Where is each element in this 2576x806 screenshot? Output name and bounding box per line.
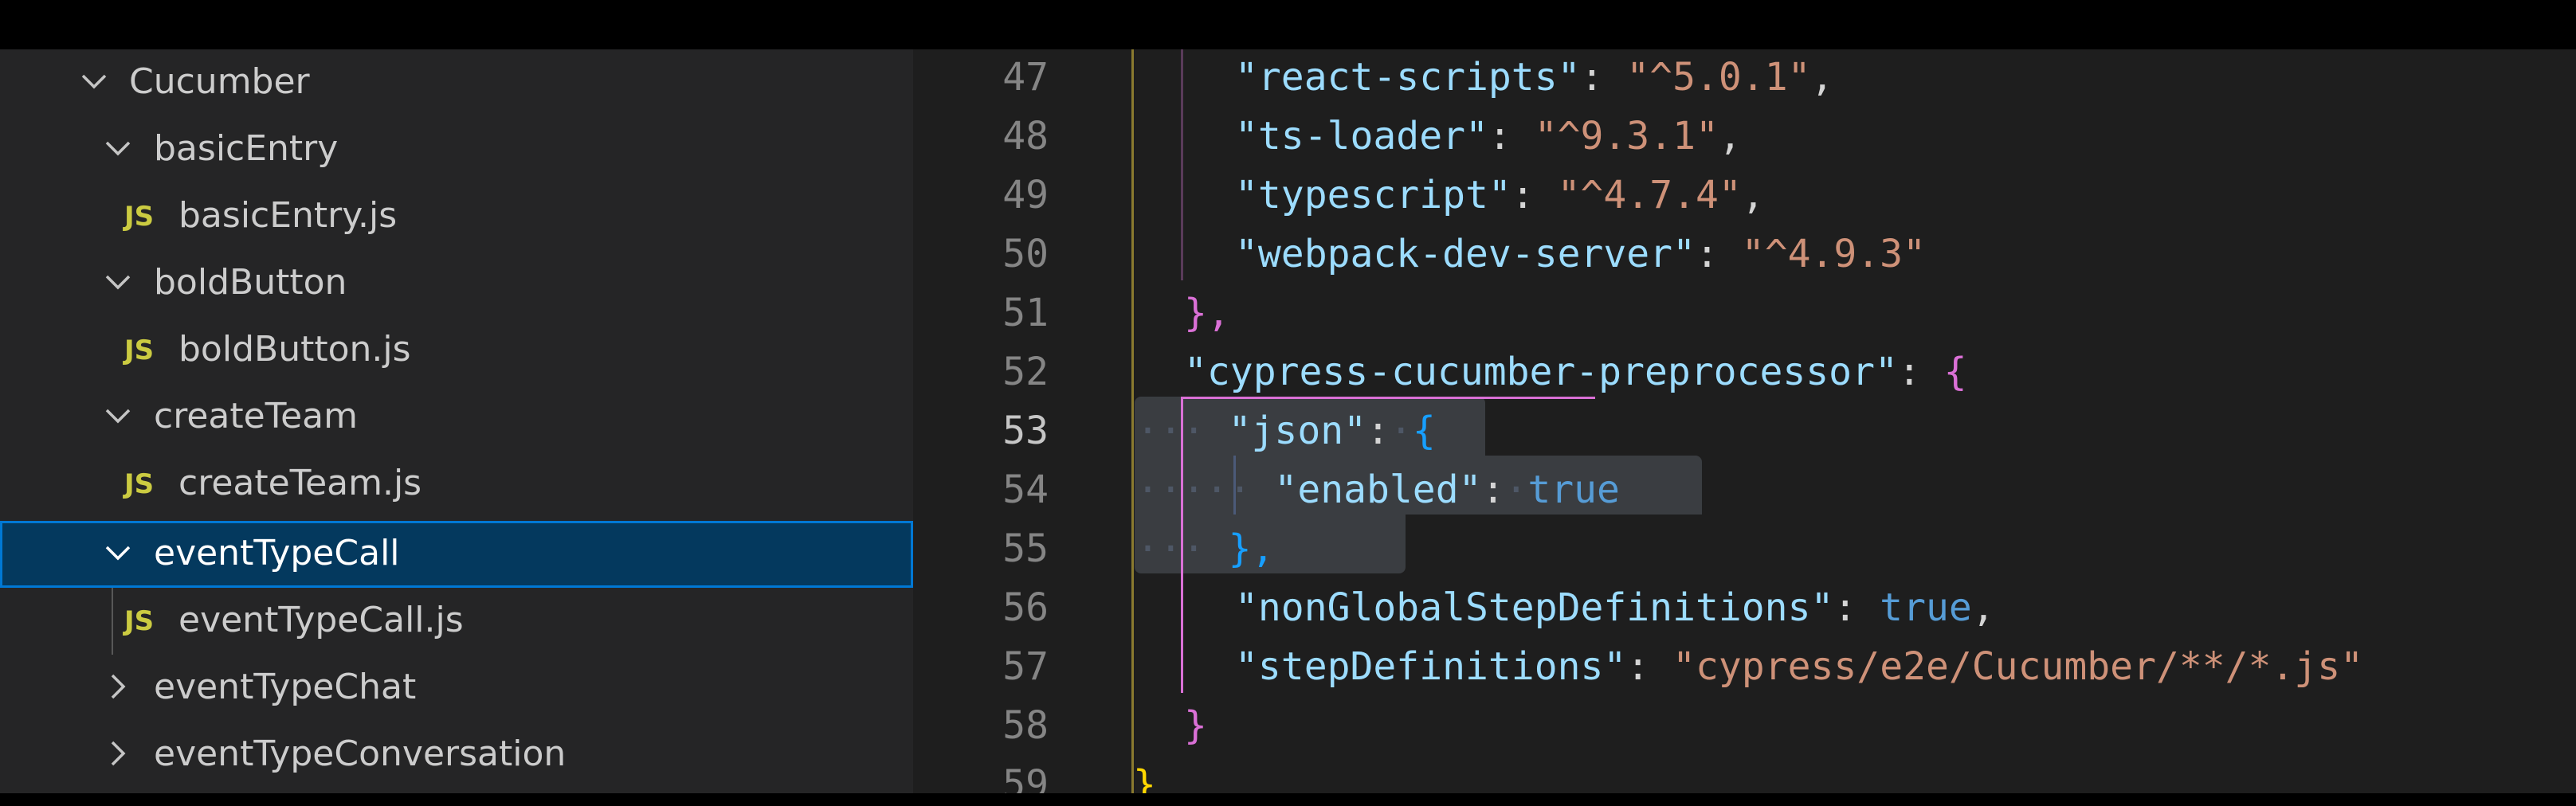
code-line[interactable]: 51 }, bbox=[913, 284, 2576, 342]
tree-folder-cucumber[interactable]: Cucumber bbox=[0, 49, 913, 116]
code-line[interactable]: 54 ····· "enabled":·true bbox=[913, 460, 2576, 519]
indent-guide bbox=[112, 588, 113, 655]
code-text: ····· "enabled":·true bbox=[1136, 468, 1620, 512]
line-number: 58 bbox=[1002, 703, 1049, 748]
chevron-right-icon bbox=[100, 736, 135, 771]
json-key: react-scripts bbox=[1257, 55, 1558, 100]
code-text: ··· "json":·{ bbox=[1136, 409, 1436, 453]
code-punctuation: }, bbox=[1184, 291, 1230, 335]
tree-item-label: eventTypeConversation bbox=[154, 734, 567, 774]
json-key: ts-loader bbox=[1257, 114, 1465, 158]
code-line[interactable]: 55 ··· }, bbox=[913, 519, 2576, 578]
code-line-current[interactable]: 53 ··· "json":·{ bbox=[913, 401, 2576, 460]
code-text: } bbox=[1133, 758, 1156, 793]
tree-item-label: basicEntry bbox=[154, 128, 339, 169]
line-number: 57 bbox=[1002, 644, 1049, 689]
chevron-down-icon bbox=[100, 535, 135, 570]
code-text: "cypress-cucumber-preprocessor": { bbox=[1184, 350, 1967, 394]
code-text: ··· }, bbox=[1136, 526, 1275, 571]
explorer-sidebar: Cucumber basicEntry JS basicEntry.js bol… bbox=[0, 49, 913, 793]
code-line[interactable]: 56 "nonGlobalStepDefinitions": true, bbox=[913, 578, 2576, 637]
tree-folder-eventtypechat[interactable]: eventTypeChat bbox=[0, 655, 913, 722]
json-string-value: ^5.0.1 bbox=[1649, 55, 1788, 100]
json-key: webpack-dev-server bbox=[1257, 232, 1673, 276]
code-line[interactable]: 50 "webpack-dev-server": "^4.9.3" bbox=[913, 225, 2576, 284]
code-line[interactable]: 48 "ts-loader": "^9.3.1", bbox=[913, 107, 2576, 166]
tree-item-label: createTeam bbox=[154, 396, 358, 436]
tree-file-createteam-js[interactable]: JS createTeam.js bbox=[0, 451, 913, 518]
tree-item-label: eventTypeCall.js bbox=[178, 600, 464, 640]
code-text: }, bbox=[1184, 287, 1230, 339]
code-bracket: { bbox=[1412, 409, 1436, 453]
tree-item-label: boldButton bbox=[154, 262, 347, 303]
json-string-value: cypress/e2e/Cucumber/**/*.js bbox=[1696, 644, 2341, 689]
line-number: 59 bbox=[1002, 762, 1049, 793]
chevron-down-icon bbox=[100, 264, 135, 299]
json-key: nonGlobalStepDefinitions bbox=[1257, 585, 1811, 630]
code-bracket: } bbox=[1133, 762, 1156, 793]
code-editor[interactable]: 47 "react-scripts": "^5.0.1", 48 "ts-loa… bbox=[913, 49, 2576, 793]
tree-item-label: eventTypeChat bbox=[154, 667, 417, 707]
code-text: "stepDefinitions": "cypress/e2e/Cucumber… bbox=[1235, 644, 2364, 689]
code-line[interactable]: 49 "typescript": "^4.7.4", bbox=[913, 166, 2576, 225]
line-number: 56 bbox=[1002, 585, 1049, 630]
json-boolean-value: true bbox=[1527, 468, 1620, 512]
line-number: 50 bbox=[1002, 232, 1049, 276]
json-key: enabled bbox=[1297, 468, 1459, 512]
code-text: "react-scripts": "^5.0.1", bbox=[1235, 55, 1834, 100]
code-line[interactable]: 47 "react-scripts": "^5.0.1", bbox=[913, 49, 2576, 107]
tree-folder-createteam[interactable]: createTeam bbox=[0, 384, 913, 451]
tree-folder-eventtypeconversation[interactable]: eventTypeConversation bbox=[0, 722, 913, 788]
chevron-down-icon bbox=[76, 64, 112, 99]
tree-file-eventtypecall-js[interactable]: JS eventTypeCall.js bbox=[0, 588, 913, 655]
line-number: 48 bbox=[1002, 114, 1049, 158]
code-line[interactable]: 57 "stepDefinitions": "cypress/e2e/Cucum… bbox=[913, 637, 2576, 696]
tree-item-label: basicEntry.js bbox=[178, 195, 398, 236]
code-text: "nonGlobalStepDefinitions": true, bbox=[1235, 585, 1995, 630]
code-text: "typescript": "^4.7.4", bbox=[1235, 173, 1765, 217]
json-string-value: ^4.7.4 bbox=[1580, 173, 1719, 217]
line-number: 54 bbox=[1002, 468, 1049, 512]
code-line[interactable]: 59 } bbox=[913, 755, 2576, 793]
line-number: 47 bbox=[1002, 55, 1049, 100]
chevron-down-icon bbox=[100, 131, 135, 166]
js-file-icon: JS bbox=[124, 335, 155, 366]
line-number: 53 bbox=[1002, 409, 1049, 453]
code-text: "ts-loader": "^9.3.1", bbox=[1235, 114, 1742, 158]
line-number: 55 bbox=[1002, 526, 1049, 571]
json-string-value: ^9.3.1 bbox=[1557, 114, 1696, 158]
json-key: json bbox=[1251, 409, 1344, 453]
tree-file-basicentry-js[interactable]: JS basicEntry.js bbox=[0, 183, 913, 250]
line-number: 49 bbox=[1002, 173, 1049, 217]
json-key: typescript bbox=[1257, 173, 1488, 217]
code-line[interactable]: 58 } bbox=[913, 696, 2576, 755]
tree-item-label: Cucumber bbox=[129, 61, 310, 102]
tree-folder-eventtypecall[interactable]: eventTypeCall bbox=[0, 521, 913, 588]
json-boolean-value: true bbox=[1880, 585, 1972, 630]
code-text: "webpack-dev-server": "^4.9.3" bbox=[1235, 232, 1926, 276]
json-key: cypress-cucumber-preprocessor bbox=[1206, 350, 1875, 394]
status-bar bbox=[0, 793, 2576, 806]
tree-item-label: eventTypeCall bbox=[154, 533, 400, 573]
tree-folder-boldbutton[interactable]: boldButton bbox=[0, 250, 913, 317]
json-key: stepDefinitions bbox=[1257, 644, 1604, 689]
js-file-icon: JS bbox=[124, 605, 155, 637]
tree-item-label: boldButton.js bbox=[178, 329, 411, 370]
line-number: 51 bbox=[1002, 291, 1049, 335]
tree-file-boldbutton-js[interactable]: JS boldButton.js bbox=[0, 317, 913, 384]
window-title-bar bbox=[0, 0, 2576, 49]
js-file-icon: JS bbox=[124, 468, 155, 500]
code-punctuation: }, bbox=[1228, 526, 1275, 571]
tree-item-label: createTeam.js bbox=[178, 463, 422, 503]
code-bracket: } bbox=[1184, 703, 1207, 748]
tree-folder-basicentry[interactable]: basicEntry bbox=[0, 116, 913, 183]
code-line[interactable]: 52 "cypress-cucumber-preprocessor": { bbox=[913, 342, 2576, 401]
chevron-right-icon bbox=[100, 669, 135, 704]
chevron-down-icon bbox=[100, 398, 135, 433]
code-bracket: { bbox=[1943, 350, 1967, 394]
json-string-value: ^4.9.3 bbox=[1764, 232, 1904, 276]
code-text: } bbox=[1184, 699, 1207, 752]
js-file-icon: JS bbox=[124, 201, 155, 233]
line-number: 52 bbox=[1002, 350, 1049, 394]
